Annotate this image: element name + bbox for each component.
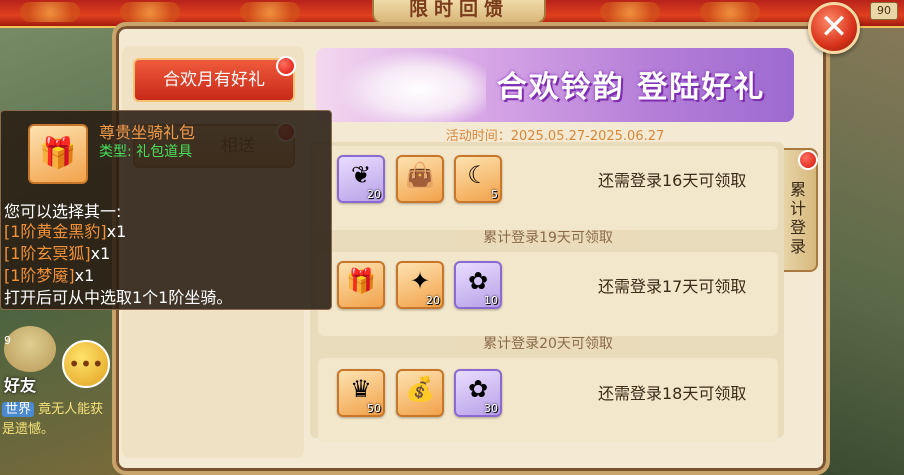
event-banner: 合欢铃韵 登陆好礼 xyxy=(316,48,794,122)
gift-bag-icon: 👜 xyxy=(405,161,435,189)
tooltip-option: [1阶黄金黑豹]x1 xyxy=(4,218,126,242)
reward-item-gift-box[interactable]: 🎁 xyxy=(337,261,385,309)
world-chat-message: 竟无人能获 xyxy=(38,402,104,417)
tooltip-option-qty: x1 xyxy=(74,266,95,285)
tooltip-option-qty: x1 xyxy=(106,222,127,241)
feather-icon: ❦ xyxy=(350,161,372,189)
requirement-text: 还需登录18天可领取 xyxy=(598,384,747,403)
close-button[interactable]: ✕ xyxy=(808,2,860,54)
tooltip-option-name: [1阶玄冥狐] xyxy=(4,244,91,263)
reward-item-sparkle[interactable]: ✦ 20 xyxy=(396,261,444,309)
ribbon-swirl xyxy=(120,2,180,22)
reward-item-money-bag[interactable]: 💰 xyxy=(396,369,444,417)
world-chat-line[interactable]: 世界 竟无人能获 xyxy=(2,398,103,417)
hud-small-number: 9 xyxy=(4,334,11,347)
tab-cumulative-login-label: 累计登录 xyxy=(789,180,806,256)
page-title: 限时回馈 xyxy=(372,0,546,24)
tooltip-option-name: [1阶黄金黑豹] xyxy=(4,222,107,241)
row-header: 累计登录20天可领取 xyxy=(318,334,778,354)
notification-dot-icon xyxy=(798,150,818,170)
tooltip-footer: 打开后可从中选取1个1阶坐骑。 xyxy=(4,288,233,307)
crystal-icon: ♛ xyxy=(350,375,372,403)
row-header-text: 累计登录20天可领取 xyxy=(453,336,643,352)
item-count: 5 xyxy=(491,188,498,201)
row-header: 累计登录19天可领取 xyxy=(318,228,778,248)
money-bag-icon: 💰 xyxy=(405,375,435,403)
tab-moon-gift[interactable]: 合欢月有好礼 xyxy=(133,58,295,102)
gift-box-icon: 🎁 xyxy=(346,267,376,295)
reward-item-flower-wand[interactable]: ✿ 10 xyxy=(454,261,502,309)
level-badge: 90 xyxy=(870,2,898,20)
item-count: 50 xyxy=(367,402,381,415)
item-count: 20 xyxy=(367,188,381,201)
reward-item-flower-wand[interactable]: ✿ 30 xyxy=(454,369,502,417)
requirement-text: 还需登录17天可领取 xyxy=(598,277,747,296)
world-channel-tag: 世界 xyxy=(2,402,35,417)
item-count: 10 xyxy=(484,294,498,307)
item-count: 20 xyxy=(426,294,440,307)
banner-title: 合欢铃韵 登陆好礼 xyxy=(496,70,766,105)
reward-item-gift-bag[interactable]: 👜 xyxy=(396,155,444,203)
tooltip-option-qty: x1 xyxy=(90,244,111,263)
moon-gem-icon: ☾ xyxy=(467,161,489,189)
page-title-text: 限时回馈 xyxy=(408,0,509,20)
tooltip-option-name: [1阶梦魇] xyxy=(4,266,75,285)
ribbon-swirl xyxy=(240,2,300,22)
ribbon-swirl xyxy=(700,2,760,22)
reward-item-moon-gem[interactable]: ☾ 5 xyxy=(454,155,502,203)
tooltip-option: [1阶玄冥狐]x1 xyxy=(4,240,110,264)
world-chat-message-2: 是遗憾。 xyxy=(2,422,55,437)
item-count: 30 xyxy=(484,402,498,415)
gift-box-icon: 🎁 xyxy=(39,136,77,171)
row-header-text: 累计登录19天可领取 xyxy=(453,230,643,246)
ribbon-swirl xyxy=(600,2,660,22)
ribbon-swirl xyxy=(20,2,80,22)
tooltip-title: 尊贵坐骑礼包 xyxy=(99,123,196,142)
reward-item-feather[interactable]: ❦ 20 xyxy=(337,155,385,203)
notification-dot-icon xyxy=(276,56,296,76)
reward-item-crystal[interactable]: ♛ 50 xyxy=(337,369,385,417)
fox-illustration-icon xyxy=(336,50,486,122)
tooltip-option: [1阶梦魇]x1 xyxy=(4,262,94,286)
flower-wand-icon: ✿ xyxy=(467,267,489,295)
chat-bubble-icon[interactable]: ••• xyxy=(62,340,110,388)
avatar[interactable] xyxy=(4,326,56,372)
tooltip-type: 类型: 礼包道具 xyxy=(99,144,193,160)
friends-button[interactable]: 好友 xyxy=(4,372,36,396)
sparkle-icon: ✦ xyxy=(409,267,431,295)
flower-wand-icon: ✿ xyxy=(467,375,489,403)
requirement-text: 还需登录16天可领取 xyxy=(598,171,747,190)
tooltip-gift-box-icon: 🎁 xyxy=(28,124,88,184)
